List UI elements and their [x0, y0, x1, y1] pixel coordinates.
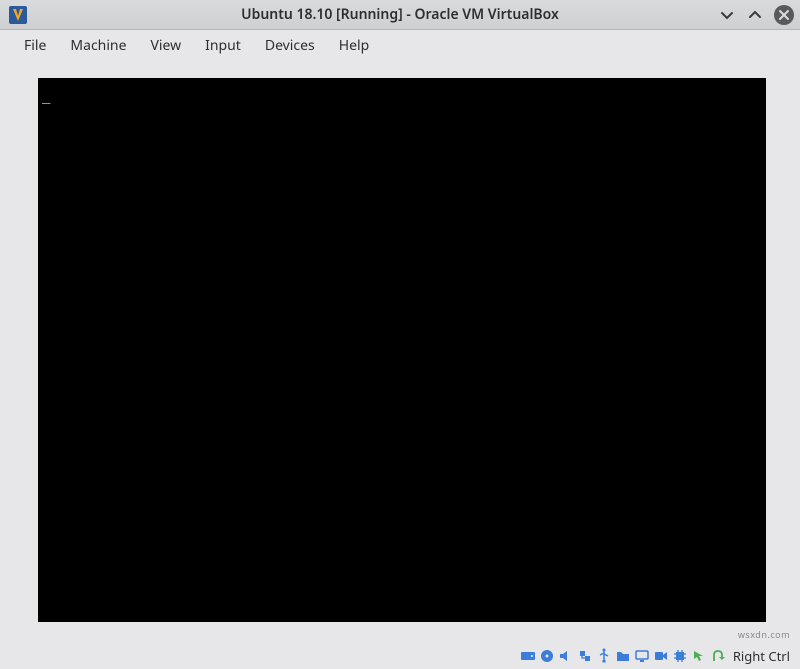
window-title: Ubuntu 18.10 [Running] - Oracle VM Virtu… — [0, 5, 800, 24]
recording-icon[interactable] — [653, 648, 669, 664]
network-icon[interactable] — [577, 648, 593, 664]
close-icon — [778, 9, 790, 21]
cpu-icon[interactable] — [672, 648, 688, 664]
keyboard-capture-icon[interactable] — [710, 648, 726, 664]
menu-view[interactable]: View — [138, 32, 193, 59]
menu-devices[interactable]: Devices — [253, 32, 327, 59]
watermark: wsxdn.com — [738, 628, 790, 641]
host-key-indicator[interactable]: Right Ctrl — [733, 647, 790, 665]
chevron-down-icon — [720, 8, 734, 22]
menu-machine[interactable]: Machine — [58, 32, 138, 59]
display-icon[interactable] — [634, 648, 650, 664]
audio-icon[interactable] — [558, 648, 574, 664]
menubar: File Machine View Input Devices Help — [0, 30, 800, 60]
usb-icon[interactable] — [596, 648, 612, 664]
chevron-up-icon — [748, 8, 762, 22]
hard-disk-icon[interactable] — [520, 648, 536, 664]
vm-display[interactable]: _ — [38, 78, 766, 622]
minimize-button[interactable] — [718, 6, 736, 24]
menu-input[interactable]: Input — [193, 32, 253, 59]
titlebar: Ubuntu 18.10 [Running] - Oracle VM Virtu… — [0, 0, 800, 30]
mouse-integration-icon[interactable] — [691, 648, 707, 664]
statusbar: Right Ctrl — [520, 643, 794, 669]
terminal-cursor: _ — [42, 88, 50, 104]
optical-disk-icon[interactable] — [539, 648, 555, 664]
maximize-button[interactable] — [746, 6, 764, 24]
shared-folder-icon[interactable] — [615, 648, 631, 664]
menu-file[interactable]: File — [12, 32, 58, 59]
close-button[interactable] — [774, 5, 794, 25]
titlebar-controls — [718, 5, 794, 25]
menu-help[interactable]: Help — [327, 32, 382, 59]
virtualbox-icon — [8, 5, 28, 25]
